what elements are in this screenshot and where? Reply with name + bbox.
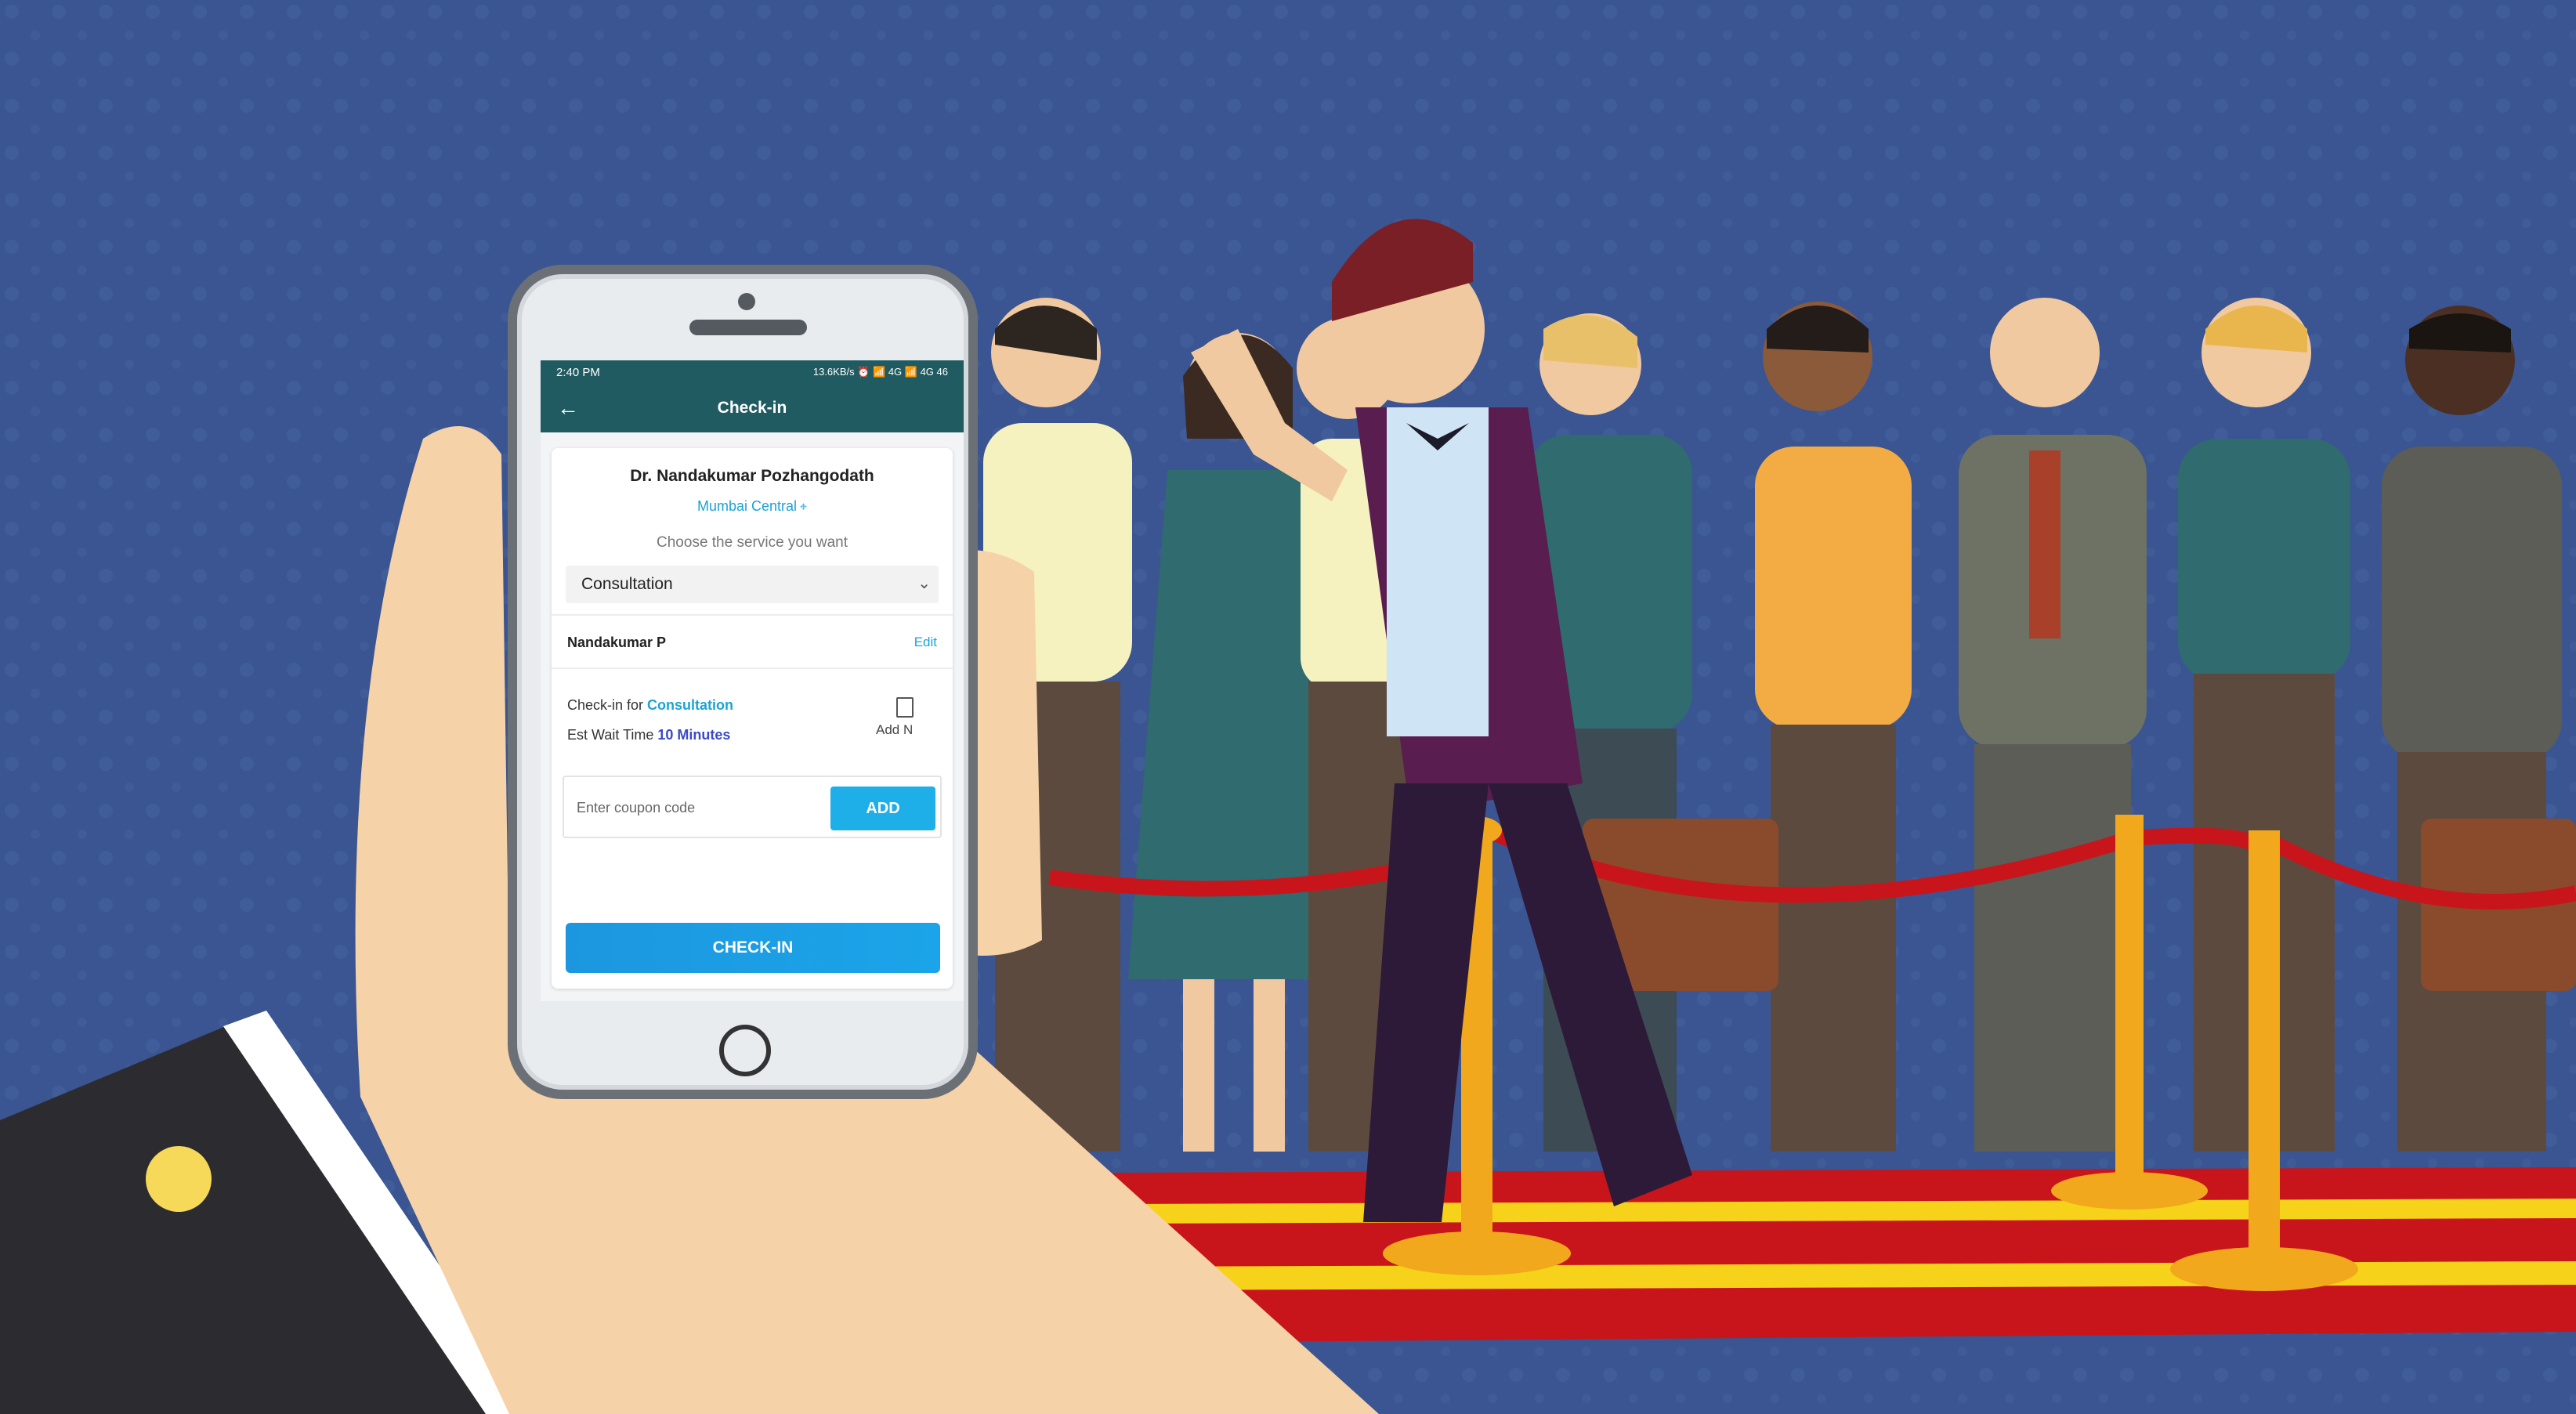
wait-time-line: Est Wait Time 10 Minutes [567, 727, 730, 743]
status-indicators: 13.6KB/s ⏰ 📶 4G 📶 4G 46 [812, 366, 948, 378]
location-text: Mumbai Central [696, 498, 798, 514]
illustration-scene [0, 0, 2576, 1414]
phone-screen: 2:40 PM 13.6KB/s ⏰ 📶 4G 📶 4G 46 ← Check-… [541, 360, 964, 1001]
app-bar: ← Check-in [541, 384, 964, 432]
checkin-button[interactable]: CHECK-IN [566, 923, 940, 973]
earpiece-speaker [689, 320, 807, 335]
checkin-for-line: Check-in for Consultation [567, 697, 733, 714]
doctor-location: Mumbai Central ⌖ [552, 498, 953, 515]
phone-device: 2:40 PM 13.6KB/s ⏰ 📶 4G 📶 4G 46 ← Check-… [508, 265, 978, 1099]
add-note-button[interactable]: Add N [876, 722, 913, 738]
service-select[interactable]: Consultation ⌄ [566, 566, 939, 603]
coupon-box: ADD [563, 776, 942, 838]
status-time: 2:40 PM [556, 365, 600, 379]
divider [552, 667, 953, 669]
status-bar: 2:40 PM 13.6KB/s ⏰ 📶 4G 📶 4G 46 [541, 360, 964, 384]
add-coupon-button[interactable]: ADD [830, 787, 935, 830]
patient-name: Nandakumar P [567, 635, 667, 650]
home-button[interactable] [719, 1025, 771, 1076]
checkin-card: Dr. Nandakumar Pozhangodath Mumbai Centr… [552, 448, 953, 989]
edit-patient-link[interactable]: Edit [914, 635, 937, 650]
checkin-service: Consultation [647, 697, 734, 713]
service-prompt: Choose the service you want [657, 534, 848, 551]
checkin-for-label: Check-in for [567, 697, 644, 713]
doctor-name: Dr. Nandakumar Pozhangodath [630, 467, 874, 485]
map-pin-icon: ⌖ [800, 501, 808, 514]
service-selected-value: Consultation [581, 575, 673, 593]
front-camera [738, 293, 755, 310]
chevron-down-icon: ⌄ [917, 575, 931, 592]
page-title: Check-in [717, 399, 787, 417]
arrow-left-icon[interactable]: ← [555, 395, 581, 421]
divider [552, 614, 953, 616]
coupon-input[interactable] [575, 791, 813, 824]
wait-label: Est Wait Time [567, 727, 654, 743]
wait-value: 10 Minutes [657, 727, 731, 743]
note-icon[interactable] [896, 697, 914, 718]
